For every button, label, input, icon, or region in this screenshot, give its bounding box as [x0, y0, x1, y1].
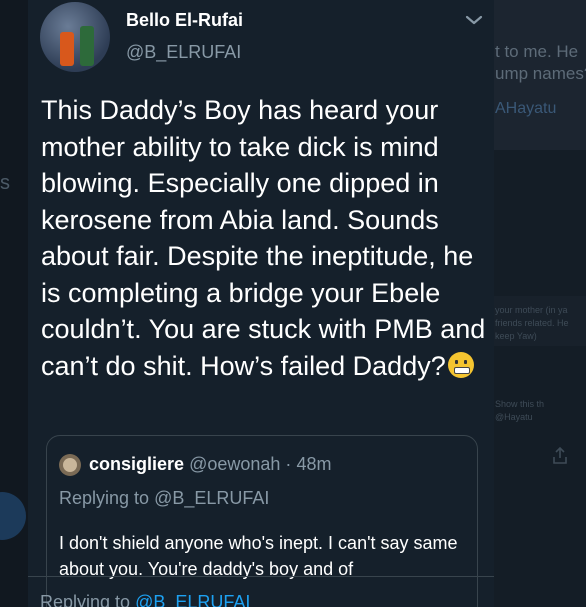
grimacing-face-emoji-icon — [447, 351, 474, 378]
quoted-replying-prefix: Replying to — [59, 488, 150, 508]
tweet-body: This Daddy’s Boy has heard your mother a… — [41, 95, 486, 381]
replying-handle-link[interactable]: @B_ELRUFAI — [135, 592, 250, 607]
background-side-letter: s — [0, 172, 10, 194]
background-small-text: Show this th — [495, 399, 545, 409]
background-small-text: @Hayatu — [495, 412, 533, 422]
author-name[interactable]: Bello El-Rufai — [126, 10, 243, 31]
replying-prefix: Replying to — [40, 592, 131, 607]
quoted-timestamp: 48m — [296, 454, 332, 474]
background-handle: AHayatu — [495, 100, 557, 117]
quoted-tweet-card[interactable]: consigliere @oewonah · 48m Replying to @… — [46, 435, 478, 607]
quoted-author-handle: @oewonah — [189, 454, 281, 474]
quoted-tweet-header: consigliere @oewonah · 48m — [89, 454, 331, 475]
background-text-line: ump names? — [495, 64, 586, 83]
background-small-text: friends related. He — [495, 318, 569, 328]
background-text-line: t to me. He — [495, 42, 579, 61]
chevron-down-icon[interactable] — [462, 8, 486, 32]
tweet-panel: Bello El-Rufai @B_ELRUFAI This Daddy’s B… — [28, 0, 494, 607]
quoted-author-avatar — [59, 454, 81, 476]
replying-to: Replying to @B_ELRUFAI — [40, 592, 250, 607]
quoted-author-name: consigliere — [89, 454, 185, 474]
author-avatar[interactable] — [40, 2, 110, 72]
quoted-replying-to: Replying to @B_ELRUFAI — [59, 488, 269, 509]
share-icon — [552, 446, 568, 470]
quoted-replying-handle[interactable]: @B_ELRUFAI — [154, 488, 269, 508]
quoted-separator: · — [285, 454, 292, 474]
author-handle[interactable]: @B_ELRUFAI — [126, 42, 241, 63]
tweet-text: This Daddy’s Boy has heard your mother a… — [41, 92, 491, 384]
quoted-tweet-text: I don't shield anyone who's inept. I can… — [59, 533, 458, 579]
background-small-text: keep Yaw) — [495, 331, 537, 341]
divider — [28, 576, 494, 577]
background-small-text: your mother (in ya — [495, 305, 568, 315]
